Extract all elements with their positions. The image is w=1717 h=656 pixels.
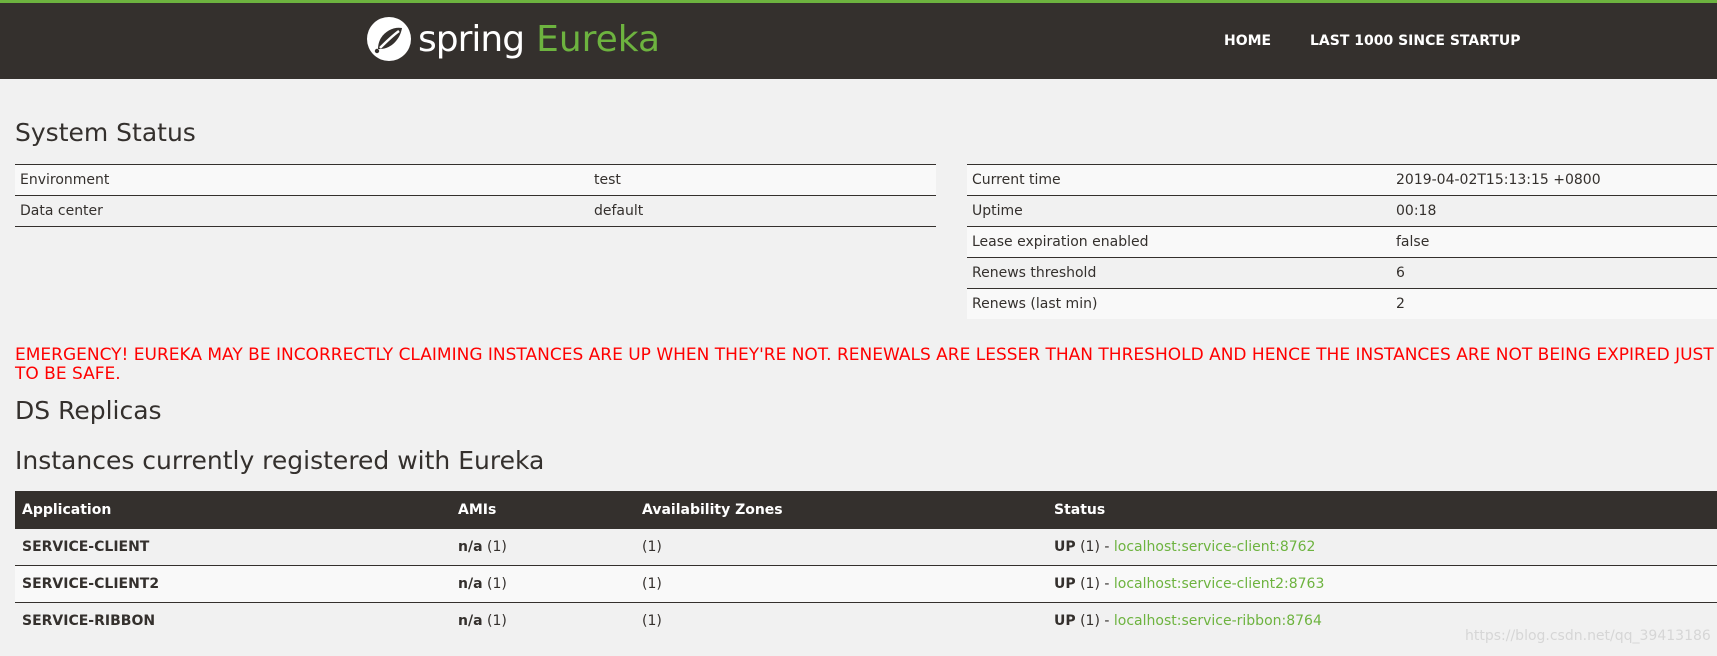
instances-table: Application AMIs Availability Zones Stat… [15,491,1717,639]
column-header-amis: AMIs [451,491,635,529]
status-row: Renews threshold 6 [967,257,1717,289]
ami-cell: n/a (1) [451,528,635,566]
ami-cell: n/a (1) [451,565,635,603]
status-label: Lease expiration enabled [967,226,1391,258]
emergency-warning: EMERGENCY! EUREKA MAY BE INCORRECTLY CLA… [15,345,1714,384]
application-name: SERVICE-RIBBON [15,602,451,639]
table-row: SERVICE-CLIENT2 n/a (1) (1) UP (1) - loc… [15,565,1717,603]
status-label: Uptime [967,195,1391,227]
ds-replicas-heading: DS Replicas [15,396,162,425]
status-value: 2 [1391,288,1717,319]
status-value: UP [1054,539,1076,555]
status-value: default [589,195,936,227]
ami-count: (1) [486,576,507,592]
application-name: SERVICE-CLIENT [15,528,451,566]
system-status-heading: System Status [15,118,196,147]
status-value: 6 [1391,257,1717,289]
system-status-left-table: Environment test Data center default [15,164,936,227]
status-value: false [1391,226,1717,258]
instances-header-row: Application AMIs Availability Zones Stat… [15,491,1717,529]
status-value: UP [1054,613,1076,629]
application-name: SERVICE-CLIENT2 [15,565,451,603]
watermark-text: https://blog.csdn.net/qq_39413186 [1465,628,1711,644]
status-label: Renews (last min) [967,288,1391,319]
status-value: UP [1054,576,1076,592]
brand-eureka-text: Eureka [536,18,661,60]
status-row: Lease expiration enabled false [967,226,1717,258]
ami-value: n/a [458,613,483,629]
ami-cell: n/a (1) [451,602,635,639]
table-row: SERVICE-CLIENT n/a (1) (1) UP (1) - loca… [15,528,1717,566]
column-header-application: Application [15,491,451,529]
zones-cell: (1) [635,602,1047,639]
column-header-status: Status [1047,491,1717,529]
spring-leaf-icon [367,17,411,61]
status-label: Renews threshold [967,257,1391,289]
table-row: SERVICE-RIBBON n/a (1) (1) UP (1) - loca… [15,602,1717,639]
status-count: (1) - [1080,576,1110,592]
zones-cell: (1) [635,528,1047,566]
status-row: Environment test [15,164,936,196]
ami-value: n/a [458,576,483,592]
status-row: Renews (last min) 2 [967,288,1717,319]
status-count: (1) - [1080,613,1110,629]
brand-spring-text: spring [418,18,525,60]
ami-count: (1) [486,613,507,629]
system-status-right-table: Current time 2019-04-02T15:13:15 +0800 U… [967,164,1717,319]
instance-link[interactable]: localhost:service-client:8762 [1114,539,1316,555]
status-label: Current time [967,164,1391,196]
status-label: Environment [15,164,589,196]
instances-heading: Instances currently registered with Eure… [15,446,545,475]
nav-last-1000-link[interactable]: LAST 1000 SINCE STARTUP [1310,33,1521,49]
status-value: 00:18 [1391,195,1717,227]
status-count: (1) - [1080,539,1110,555]
nav-home-link[interactable]: HOME [1224,33,1271,49]
status-row: Data center default [15,195,936,227]
ami-value: n/a [458,539,483,555]
spring-eureka-logo[interactable]: spring Eureka [366,14,660,64]
instance-link[interactable]: localhost:service-ribbon:8764 [1114,613,1322,629]
instance-link[interactable]: localhost:service-client2:8763 [1114,576,1324,592]
status-value: 2019-04-02T15:13:15 +0800 [1391,164,1717,196]
zones-cell: (1) [635,565,1047,603]
status-label: Data center [15,195,589,227]
ami-count: (1) [486,539,507,555]
status-row: Uptime 00:18 [967,195,1717,227]
column-header-availability-zones: Availability Zones [635,491,1047,529]
status-cell: UP (1) - localhost:service-client2:8763 [1047,565,1717,603]
status-cell: UP (1) - localhost:service-client:8762 [1047,528,1717,566]
status-value: test [589,164,936,196]
status-row: Current time 2019-04-02T15:13:15 +0800 [967,164,1717,196]
top-navbar: spring Eureka HOME LAST 1000 SINCE START… [0,0,1717,79]
